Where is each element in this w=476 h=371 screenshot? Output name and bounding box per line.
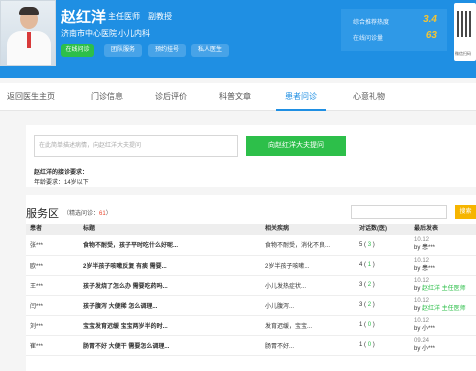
- tab-patient-consult[interactable]: 患者问诊: [276, 83, 326, 111]
- service-search-input[interactable]: [351, 205, 447, 219]
- consult-title-link[interactable]: 宝宝发育迟缓 宝宝两岁半的时...: [79, 315, 261, 336]
- last-post: 10.12 by 患***: [410, 255, 476, 276]
- dialog-count: 1 ( 0 ): [355, 315, 410, 336]
- last-post-date: 10.12: [414, 237, 430, 244]
- age-requirement: 年龄要求：14岁以下: [34, 180, 89, 186]
- header-last-post: 最后发表: [410, 224, 476, 235]
- online-consult-button[interactable]: 在线问诊: [61, 44, 94, 57]
- featured-count-value: 61: [99, 211, 106, 217]
- ask-doctor-button[interactable]: 向赵红洋大夫提问: [246, 136, 346, 156]
- department-link[interactable]: 小儿内科: [118, 28, 150, 39]
- recommend-heat-label: 综合推荐热度: [353, 20, 390, 26]
- tab-clinic-info[interactable]: 门诊信息: [82, 83, 132, 111]
- tab-gifts[interactable]: 心意礼物: [344, 83, 394, 111]
- last-post: 10.12 by 赵红洋 主任医师: [410, 275, 476, 296]
- related-disease: 小儿腹泻...: [261, 295, 355, 316]
- service-title: 服务区: [26, 208, 59, 220]
- private-doctor-button[interactable]: 私人医生: [191, 44, 229, 57]
- related-disease: 发育迟缓，宝宝...: [261, 315, 355, 336]
- doctor-reply-count: 0: [367, 322, 372, 328]
- doctor-name: 赵红洋: [61, 9, 107, 26]
- table-header-row: 患者 标题 相关疾病 对话数(医) 最后发表: [26, 224, 476, 235]
- doctor-academic-title: 副教授: [148, 12, 172, 21]
- tab-reviews[interactable]: 诊后评价: [146, 83, 196, 111]
- doctor-reply-count: 0: [367, 342, 372, 348]
- header-count: 对话数(医): [355, 224, 410, 235]
- doctor-reply-count: 1: [367, 262, 372, 268]
- qr-code: 微信扫码: [454, 3, 476, 61]
- related-disease: 肠胃不好...: [261, 335, 355, 356]
- last-post-author[interactable]: 患***: [422, 245, 435, 251]
- consult-title-link[interactable]: 孩子发烧了怎么办 需要吃药吗...: [79, 275, 261, 296]
- last-post-author[interactable]: 患***: [422, 266, 435, 272]
- last-post-author[interactable]: 赵红洋 主任医师: [422, 306, 466, 312]
- consult-count-label: 在线问诊量: [353, 36, 384, 42]
- service-search-button[interactable]: 搜索: [455, 205, 476, 219]
- consult-table: 患者 标题 相关疾病 对话数(医) 最后发表 张*** 食物不耐受，孩子平时吃什么…: [26, 224, 476, 356]
- doctor-stats-panel: 综合推荐热度 3.4 在线问诊量 63: [341, 9, 447, 51]
- header-title: 标题: [79, 224, 261, 235]
- patient-name: 刘***: [26, 315, 79, 336]
- doctor-reply-count: 2: [367, 282, 372, 288]
- dialog-count: 5 ( 3 ): [355, 235, 410, 256]
- patient-name: 闫***: [26, 295, 79, 316]
- doctor-title: 主任医师: [108, 12, 140, 21]
- requirement-title: 赵红洋的接诊要求：: [34, 170, 89, 176]
- tab-articles[interactable]: 科普文章: [210, 83, 260, 111]
- dialog-count: 3 ( 2 ): [355, 295, 410, 316]
- header-disease: 相关疾病: [261, 224, 355, 235]
- recommend-heat-value: 3.4: [423, 14, 437, 25]
- team-service-button[interactable]: 团队服务: [104, 44, 142, 57]
- tab-bar: 返回医生主页 门诊信息 诊后评价 科普文章 患者问诊 心意礼物: [0, 83, 476, 111]
- last-post: 09.24 by 小***: [410, 335, 476, 356]
- last-post-date: 10.12: [414, 317, 430, 324]
- related-disease: 2岁半孩子咳嗽...: [261, 255, 355, 276]
- featured-count: （精选问诊：61）: [63, 211, 112, 217]
- ask-panel: 在此简单描述病情，向赵红洋大夫提问 向赵红洋大夫提问 赵红洋的接诊要求： 年龄要…: [26, 125, 476, 187]
- table-row[interactable]: 欧*** 2岁半孩子咳嗽反复 有痰 需要... 2岁半孩子咳嗽... 4 ( 1 ) 1…: [26, 255, 476, 276]
- doctor-reply-count: 2: [367, 302, 372, 308]
- qr-caption: 微信扫码: [455, 51, 471, 56]
- consult-count-value: 63: [425, 30, 437, 41]
- last-post-date: 10.12: [414, 257, 430, 264]
- last-post-author[interactable]: 赵红洋 主任医师: [422, 286, 466, 292]
- last-post: 10.12 by 赵红洋 主任医师: [410, 295, 476, 316]
- table-row[interactable]: 王*** 孩子发烧了怎么办 需要吃药吗... 小儿发热症状... 3 ( 2 ) 10.…: [26, 275, 476, 296]
- last-post-date: 09.24: [414, 337, 430, 344]
- header-patient: 患者: [26, 224, 79, 235]
- table-row[interactable]: 闫*** 孩子腹泻 大便稀 怎么调理... 小儿腹泻... 3 ( 2 ) 10.12 b…: [26, 295, 476, 316]
- last-post: 10.12 by 小***: [410, 315, 476, 336]
- hospital-link[interactable]: 济南市中心医院: [61, 28, 117, 39]
- dialog-count: 1 ( 0 ): [355, 335, 410, 356]
- related-disease: 食物不耐受，消化不良...: [261, 235, 355, 256]
- patient-name: 王***: [26, 275, 79, 296]
- consult-title-link[interactable]: 2岁半孩子咳嗽反复 有痰 需要...: [79, 255, 261, 276]
- last-post: 10.12 by 患***: [410, 235, 476, 256]
- consult-title-link[interactable]: 食物不耐受，孩子平时吃什么好呢...: [79, 235, 261, 256]
- question-input[interactable]: 在此简单描述病情，向赵红洋大夫提问: [34, 135, 238, 157]
- patient-name: 张***: [26, 235, 79, 256]
- last-post-author[interactable]: 小***: [422, 346, 435, 352]
- dialog-count: 4 ( 1 ): [355, 255, 410, 276]
- consult-title-link[interactable]: 肠胃不好 大便干 需要怎么调理...: [79, 335, 261, 356]
- last-post-author[interactable]: 小***: [422, 326, 435, 332]
- consult-title-link[interactable]: 孩子腹泻 大便稀 怎么调理...: [79, 295, 261, 316]
- doctor-reply-count: 3: [367, 241, 372, 248]
- last-post-date: 10.12: [414, 277, 430, 284]
- dialog-count: 3 ( 2 ): [355, 275, 410, 296]
- doctor-header: 赵红洋 主任医师 副教授 济南市中心医院 小儿内科 在线问诊 团队服务 预约挂号…: [0, 0, 476, 78]
- appointment-button[interactable]: 预约挂号: [148, 44, 186, 57]
- table-row[interactable]: 张*** 食物不耐受，孩子平时吃什么好呢... 食物不耐受，消化不良... 5 ( 3…: [26, 235, 476, 256]
- patient-name: 崔***: [26, 335, 79, 356]
- service-area: 服务区 （精选问诊：61） 搜索 患者 标题 相关疾病 对话数(医) 最后发表 …: [26, 195, 476, 371]
- table-row[interactable]: 刘*** 宝宝发育迟缓 宝宝两岁半的时... 发育迟缓，宝宝... 1 ( 0 ) 10…: [26, 315, 476, 336]
- doctor-photo: [0, 0, 56, 66]
- related-disease: 小儿发热症状...: [261, 275, 355, 296]
- tab-back-home[interactable]: 返回医生主页: [0, 83, 62, 111]
- last-post-date: 10.12: [414, 297, 430, 304]
- table-row[interactable]: 崔*** 肠胃不好 大便干 需要怎么调理... 肠胃不好... 1 ( 0 ) 09.2…: [26, 335, 476, 356]
- qr-code-icon: [457, 11, 473, 37]
- patient-name: 欧***: [26, 255, 79, 276]
